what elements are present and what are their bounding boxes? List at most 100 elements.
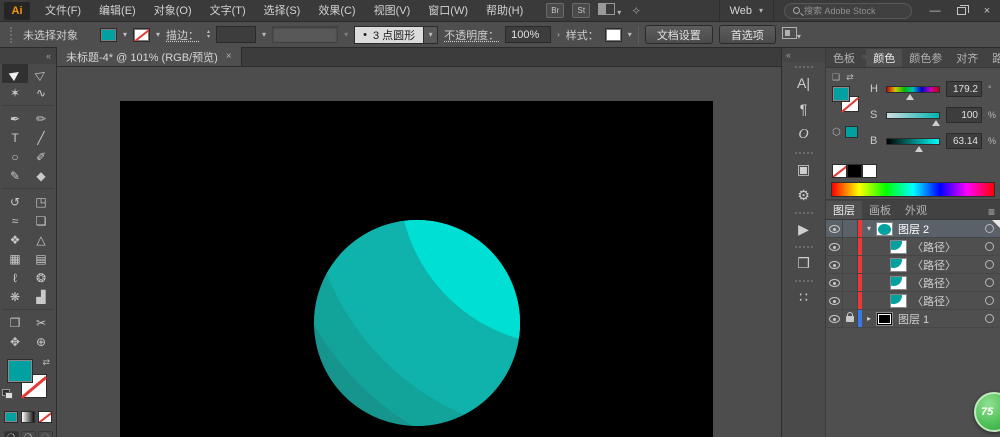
lock-toggle[interactable] bbox=[843, 310, 858, 327]
restore-button[interactable] bbox=[948, 0, 974, 22]
hue-value[interactable]: 179.2 bbox=[946, 81, 982, 97]
white-swatch[interactable] bbox=[862, 164, 877, 178]
stroke-chevron-icon[interactable]: ▾ bbox=[156, 30, 160, 39]
expand-arrow-icon[interactable]: ▸ bbox=[862, 314, 876, 323]
perspective-grid-tool[interactable]: △ bbox=[28, 230, 54, 249]
tab-artboards[interactable]: 画板 bbox=[862, 201, 898, 219]
color-spectrum-bar[interactable] bbox=[831, 182, 995, 197]
drag-handle[interactable] bbox=[794, 280, 813, 282]
layer-row-path[interactable]: 〈路径〉 bbox=[826, 256, 1000, 274]
stock-icon[interactable]: St bbox=[572, 3, 591, 18]
layer-thumbnail[interactable] bbox=[876, 311, 893, 326]
transform-panel-icon[interactable]: ∷ bbox=[789, 284, 819, 310]
layer-row-layer1[interactable]: ▸ 图层 1 bbox=[826, 310, 1000, 328]
path-name[interactable]: 〈路径〉 bbox=[912, 239, 981, 255]
hue-thumb[interactable] bbox=[906, 93, 915, 100]
brightness-value[interactable]: 63.14 bbox=[946, 133, 982, 149]
path-name[interactable]: 〈路径〉 bbox=[912, 257, 981, 273]
opentype-panel-icon[interactable]: O bbox=[789, 122, 819, 148]
gradient-tool[interactable]: ▤ bbox=[28, 249, 54, 268]
layer-row-path[interactable]: 〈路径〉 bbox=[826, 292, 1000, 310]
workspace-switcher[interactable]: Web ▾ bbox=[718, 0, 774, 22]
drag-handle[interactable] bbox=[794, 212, 813, 214]
line-segment-tool[interactable]: ╱ bbox=[28, 128, 54, 147]
type-tool[interactable]: T bbox=[2, 128, 28, 147]
preferences-button[interactable]: 首选项 bbox=[718, 25, 776, 44]
visibility-toggle[interactable] bbox=[826, 238, 843, 255]
tab-color[interactable]: 颜色 bbox=[866, 49, 903, 67]
opacity-label[interactable]: 不透明度： bbox=[444, 27, 499, 43]
slice-tool[interactable]: ✂ bbox=[28, 313, 54, 332]
path-thumbnail[interactable] bbox=[890, 293, 907, 308]
eyedropper-tool[interactable]: ℓ bbox=[2, 268, 28, 287]
artboard-tool[interactable]: ❐ bbox=[2, 313, 28, 332]
style-swatch[interactable] bbox=[604, 27, 622, 42]
lasso-tool[interactable]: ∿ bbox=[28, 83, 54, 102]
opacity-field[interactable]: 100% bbox=[505, 26, 552, 43]
layer-name[interactable]: 图层 2 bbox=[898, 221, 981, 237]
black-swatch[interactable] bbox=[847, 164, 862, 178]
color-button[interactable] bbox=[4, 411, 18, 423]
lock-toggle[interactable] bbox=[843, 274, 858, 291]
lock-toggle[interactable] bbox=[843, 238, 858, 255]
strip-collapse[interactable]: « bbox=[782, 48, 825, 62]
visibility-toggle[interactable] bbox=[826, 220, 843, 237]
none-swatch[interactable] bbox=[832, 164, 847, 178]
zoom-tool[interactable]: ⊕ bbox=[28, 332, 54, 351]
stroke-weight-chevron-icon[interactable]: ▾ bbox=[262, 30, 266, 39]
minimize-button[interactable]: — bbox=[922, 0, 948, 22]
menu-effect[interactable]: 效果(C) bbox=[309, 0, 364, 22]
variable-width-profile[interactable] bbox=[272, 26, 339, 43]
ellipse-tool[interactable]: ○ bbox=[2, 147, 28, 166]
actions-panel-icon[interactable]: ▶ bbox=[789, 216, 819, 242]
selection-tool[interactable]: ▶ bbox=[2, 64, 28, 83]
document-tab[interactable]: 未标题-4* @ 101% (RGB/预览) × bbox=[57, 47, 242, 66]
free-transform-tool[interactable]: ❏ bbox=[28, 211, 54, 230]
saturation-value[interactable]: 100 bbox=[946, 107, 982, 123]
layer-row-path[interactable]: 〈路径〉 bbox=[826, 274, 1000, 292]
menu-help[interactable]: 帮助(H) bbox=[477, 0, 532, 22]
path-name[interactable]: 〈路径〉 bbox=[912, 275, 981, 291]
graphic-styles-panel-icon[interactable]: ⚙ bbox=[789, 182, 819, 208]
eraser-tool[interactable]: ◆ bbox=[28, 166, 54, 185]
symbols-panel-icon[interactable]: ▣ bbox=[789, 156, 819, 182]
hand-tool[interactable]: ✥ bbox=[2, 332, 28, 351]
visibility-toggle[interactable] bbox=[826, 256, 843, 273]
canvas[interactable] bbox=[57, 67, 781, 437]
path-name[interactable]: 〈路径〉 bbox=[912, 293, 981, 309]
expand-arrow-icon[interactable]: ▾ bbox=[862, 224, 876, 233]
default-fill-stroke-icon[interactable] bbox=[2, 389, 13, 399]
web-safe-swatch[interactable] bbox=[844, 126, 858, 138]
stock-search[interactable] bbox=[784, 2, 912, 19]
close-button[interactable]: × bbox=[974, 0, 1000, 22]
style-chevron-icon[interactable]: ▾ bbox=[628, 30, 632, 39]
brightness-slider[interactable] bbox=[886, 137, 940, 152]
document-setup-button[interactable]: 文档设置 bbox=[644, 25, 713, 44]
fill-chevron-icon[interactable]: ▾ bbox=[123, 30, 127, 39]
visibility-toggle[interactable] bbox=[826, 292, 843, 309]
swap-fill-stroke-icon[interactable]: ⇄ bbox=[42, 357, 50, 368]
scale-tool[interactable]: ◳ bbox=[28, 192, 54, 211]
brightness-thumb[interactable] bbox=[915, 145, 924, 152]
gradient-button[interactable] bbox=[21, 411, 35, 423]
export-panel-icon[interactable]: ❒ bbox=[789, 250, 819, 276]
bridge-icon[interactable]: Br bbox=[546, 3, 565, 18]
lock-toggle[interactable] bbox=[843, 220, 858, 237]
drag-handle[interactable] bbox=[794, 66, 813, 68]
menu-object[interactable]: 对象(O) bbox=[145, 0, 201, 22]
touch-workspace-icon[interactable]: ✧ bbox=[631, 4, 641, 18]
layer-row-layer2[interactable]: ▾ 图层 2 bbox=[826, 220, 1000, 238]
target-circle[interactable] bbox=[985, 260, 994, 269]
search-input[interactable] bbox=[804, 5, 903, 16]
path-thumbnail[interactable] bbox=[890, 239, 907, 254]
direct-selection-tool[interactable]: ▷ bbox=[28, 64, 54, 83]
arrange-documents-icon[interactable]: ▾ bbox=[598, 3, 621, 18]
brush-definition[interactable]: • 3 点圆形 ▾ bbox=[354, 25, 439, 44]
menu-type[interactable]: 文字(T) bbox=[201, 0, 255, 22]
menu-view[interactable]: 视图(V) bbox=[365, 0, 420, 22]
app-logo[interactable]: Ai bbox=[4, 1, 30, 20]
target-circle[interactable] bbox=[985, 242, 994, 251]
tab-layers[interactable]: 图层 bbox=[826, 201, 862, 219]
shaper-tool[interactable]: ✎ bbox=[2, 166, 28, 185]
draw-inside-mode[interactable]: ❍ bbox=[37, 431, 53, 437]
